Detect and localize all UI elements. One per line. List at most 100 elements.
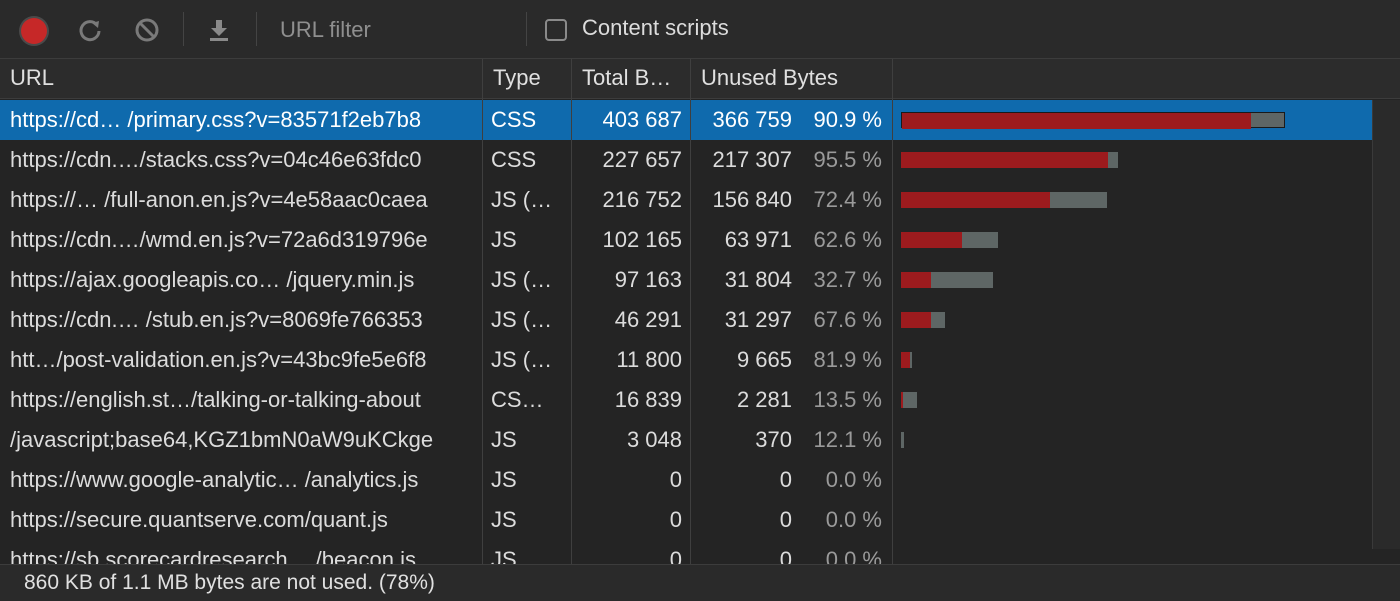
table-row[interactable]: /javascript;base64,KGZ1bmN0aW9uKCkge JS 3 …: [0, 420, 1372, 460]
usage-bar: [901, 312, 945, 328]
column-header-unused-bytes[interactable]: Unused Bytes: [691, 59, 892, 99]
url-cell: https://cdn.…/wmd.en.js?v=72a6d319796e: [10, 227, 428, 252]
column-header-usage-visualization[interactable]: [893, 59, 1400, 99]
table-header: URL Type Total B… Unused Bytes: [0, 59, 1400, 99]
download-icon: [210, 20, 228, 41]
unused-bytes-bar: [901, 192, 1050, 208]
url-filter-input[interactable]: [266, 12, 524, 48]
column-header-url[interactable]: URL: [0, 59, 482, 99]
usage-bar-cell: [893, 340, 1373, 380]
usage-bar: [901, 272, 993, 288]
coverage-toolbar: Content scripts: [0, 0, 1400, 59]
clear-button[interactable]: [131, 14, 163, 46]
table-row[interactable]: https://secure.quantserve.com/quant.js JS…: [0, 500, 1372, 540]
unused-bytes-cell: 31 804: [724, 267, 792, 292]
unused-bytes-cell: 366 759: [712, 107, 792, 132]
table-row[interactable]: https://www.google-analytic… /analytics.…: [0, 460, 1372, 500]
total-bytes-cell: 227 657: [602, 147, 682, 172]
content-scripts-checkbox[interactable]: [545, 19, 567, 41]
usage-bar: [901, 352, 912, 368]
clear-icon: [135, 18, 159, 42]
usage-bar-cell: [893, 220, 1373, 260]
type-cell: CS…: [491, 387, 544, 412]
column-header-total-bytes[interactable]: Total B…: [572, 59, 690, 99]
total-bytes-cell: 102 165: [602, 227, 682, 252]
type-cell: JS: [491, 427, 517, 452]
column-divider: [571, 59, 572, 564]
record-button[interactable]: [19, 16, 49, 46]
vertical-scrollbar[interactable]: [1372, 100, 1400, 549]
unused-percent-cell: 0.0 %: [825, 507, 882, 532]
usage-bar-cell: [893, 180, 1373, 220]
export-button[interactable]: [203, 14, 235, 46]
table-row[interactable]: https://sb.scorecardresearch… /beacon.js…: [0, 540, 1372, 564]
url-cell: https://sb.scorecardresearch… /beacon.js: [10, 547, 416, 564]
total-bytes-cell: 46 291: [614, 307, 682, 332]
url-cell: https://… /full-anon.en.js?v=4e58aac0cae…: [10, 187, 428, 212]
column-header-type[interactable]: Type: [483, 59, 571, 99]
unused-percent-cell: 12.1 %: [813, 427, 883, 452]
unused-bytes-cell: 63 971: [724, 227, 792, 252]
table-row[interactable]: https://… /full-anon.en.js?v=4e58aac0cae…: [0, 180, 1372, 220]
column-divider: [892, 59, 893, 564]
type-cell: JS (…: [491, 187, 553, 212]
table-body: https://cd… /primary.css?v=83571f2eb7b8 C…: [0, 100, 1372, 564]
usage-bar-cell: [893, 300, 1373, 340]
toolbar-divider: [256, 12, 257, 46]
usage-bar-cell: [893, 540, 1373, 564]
usage-bar: [901, 152, 1118, 168]
type-cell: JS (…: [491, 267, 553, 292]
unused-percent-cell: 13.5 %: [813, 387, 883, 412]
url-cell: htt…/post-validation.en.js?v=43bc9fe5e6f…: [10, 347, 427, 372]
type-cell: JS (…: [491, 307, 553, 332]
unused-bytes-bar: [901, 352, 910, 368]
usage-bar-cell: [893, 100, 1373, 140]
type-cell: CSS: [491, 147, 537, 172]
url-cell: https://ajax.googleapis.co… /jquery.min.…: [10, 267, 415, 292]
table-row[interactable]: https://cd… /primary.css?v=83571f2eb7b8 C…: [0, 100, 1372, 140]
unused-bytes-cell: 0: [779, 507, 792, 532]
url-cell: https://english.st…/talking-or-talking-a…: [10, 387, 421, 412]
coverage-table: URL Type Total B… Unused Bytes https://c…: [0, 59, 1400, 564]
type-cell: JS: [491, 507, 517, 532]
table-row[interactable]: htt…/post-validation.en.js?v=43bc9fe5e6f…: [0, 340, 1372, 380]
unused-percent-cell: 81.9 %: [813, 347, 883, 372]
total-bytes-cell: 11 800: [616, 347, 682, 372]
content-scripts-label[interactable]: Content scripts: [582, 15, 729, 41]
unused-percent-cell: 32.7 %: [813, 267, 883, 292]
unused-bytes-bar: [901, 152, 1108, 168]
url-cell: /javascript;base64,KGZ1bmN0aW9uKCkge: [10, 427, 434, 452]
table-row[interactable]: https://cdn.…/wmd.en.js?v=72a6d319796e JS…: [0, 220, 1372, 260]
toolbar-divider: [183, 12, 184, 46]
table-row[interactable]: https://cdn.…/stacks.css?v=04c46e63fdc0 C…: [0, 140, 1372, 180]
unused-percent-cell: 62.6 %: [813, 227, 883, 252]
reload-button[interactable]: [74, 14, 106, 46]
unused-percent-cell: 90.9 %: [813, 107, 883, 132]
type-cell: CSS: [491, 107, 537, 132]
total-bytes-cell: 0: [669, 507, 682, 532]
total-bytes-cell: 0: [669, 547, 682, 564]
usage-bar-cell: [893, 500, 1373, 540]
unused-bytes-cell: 0: [779, 467, 792, 492]
usage-bar: [901, 432, 904, 448]
unused-percent-cell: 0.0 %: [825, 547, 882, 564]
coverage-summary: 860 KB of 1.1 MB bytes are not used. (78…: [0, 564, 1400, 601]
usage-bar-cell: [893, 460, 1373, 500]
record-icon: [21, 18, 47, 44]
usage-bar: [901, 392, 917, 408]
usage-bar-cell: [893, 380, 1373, 420]
table-row[interactable]: https://ajax.googleapis.co… /jquery.min.…: [0, 260, 1372, 300]
type-cell: JS (…: [491, 347, 553, 372]
reload-icon: [79, 20, 101, 42]
total-bytes-cell: 403 687: [602, 107, 682, 132]
unused-bytes-cell: 370: [755, 427, 792, 452]
usage-bar: [901, 232, 998, 248]
usage-bar-cell: [893, 260, 1373, 300]
total-bytes-cell: 216 752: [602, 187, 682, 212]
url-cell: https://www.google-analytic… /analytics.…: [10, 467, 419, 492]
unused-bytes-bar: [901, 232, 962, 248]
usage-bar: [901, 112, 1285, 129]
unused-bytes-bar: [901, 392, 903, 408]
table-row[interactable]: https://cdn.… /stub.en.js?v=8069fe766353…: [0, 300, 1372, 340]
table-row[interactable]: https://english.st…/talking-or-talking-a…: [0, 380, 1372, 420]
